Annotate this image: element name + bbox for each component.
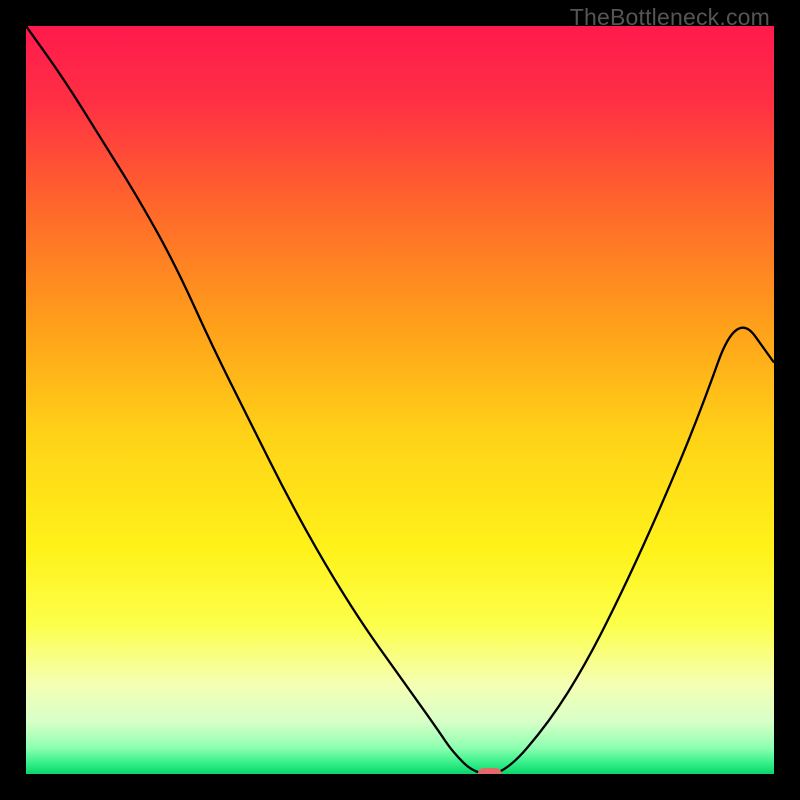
optimal-point-marker bbox=[478, 768, 502, 774]
watermark-text: TheBottleneck.com bbox=[570, 4, 770, 31]
chart-frame bbox=[26, 26, 774, 774]
gradient-background bbox=[26, 26, 774, 774]
bottleneck-chart bbox=[26, 26, 774, 774]
